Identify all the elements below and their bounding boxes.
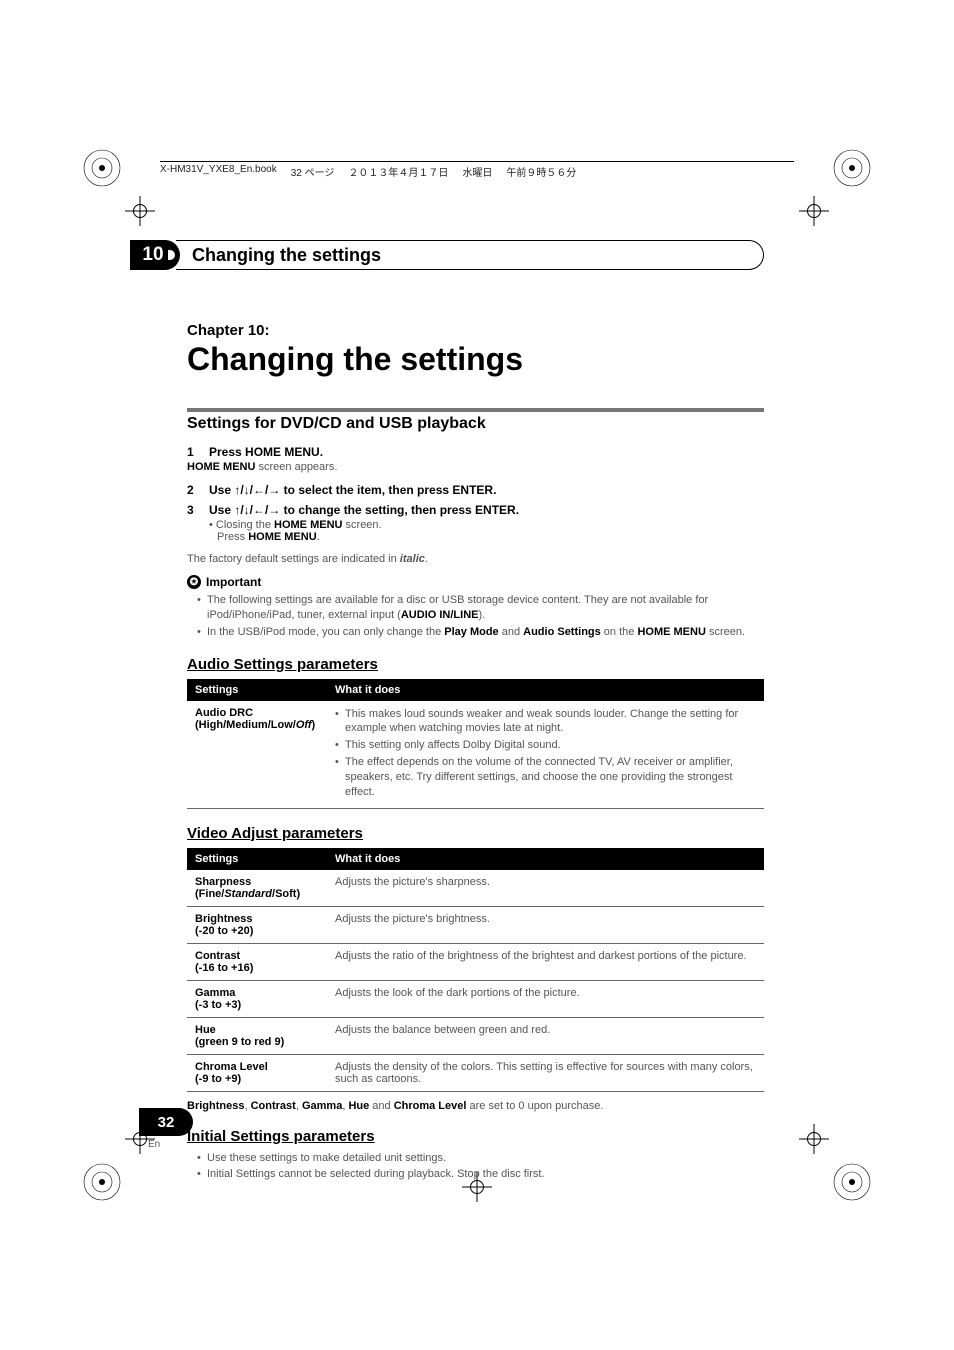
step-2: 2Use ↑/↓/←/→ to select the item, then pr… [187,483,764,497]
audio-settings-title: Audio Settings parameters [187,656,764,673]
table-row: Gamma(-3 to +3) Adjusts the look of the … [187,980,764,1017]
table-row: Sharpness (Fine/Standard/Soft) Adjusts t… [187,870,764,907]
initial-settings-title: Initial Settings parameters [187,1128,764,1145]
video-adjust-title: Video Adjust parameters [187,825,764,842]
crosshair-icon [799,1124,829,1154]
registration-mark-icon [82,1162,122,1202]
audio-settings-table: Settings What it does Audio DRC (High/Me… [187,679,764,809]
factory-default-note: The factory default settings are indicat… [187,553,764,565]
page-language: En [148,1139,160,1150]
table-header: Settings [187,679,327,701]
table-row: Brightness(-20 to +20) Adjusts the pictu… [187,906,764,943]
crosshair-icon [125,196,155,226]
header-weekday: 水曜日 [462,164,492,179]
header-pageinfo: 32 ページ [291,164,335,179]
important-bullet: The following settings are available for… [197,593,764,623]
registration-mark-icon [82,148,122,188]
header-time: 午前９時５６分 [506,164,576,179]
header-date: ２０１３年４月１７日 [348,164,448,179]
important-icon: ✪ [187,575,201,589]
important-header: ✪ Important [187,575,764,589]
table-row: Hue(green 9 to red 9) Adjusts the balanc… [187,1017,764,1054]
table-row: Chroma Level(-9 to +9) Adjusts the densi… [187,1054,764,1091]
initial-settings-bullet: Use these settings to make detailed unit… [197,1151,764,1166]
video-adjust-note: Brightness, Contrast, Gamma, Hue and Chr… [187,1100,764,1112]
chapter-bar: 10 Changing the settings [130,240,764,270]
important-bullet: In the USB/iPod mode, you can only chang… [197,625,764,640]
print-header: X-HM31V_YXE8_En.book 32 ページ ２０１３年４月１７日 水… [160,161,794,179]
step-1-subtext: HOME MENU screen appears. [187,461,764,473]
step-3-sub-bullet: Closing the HOME MENU screen. [209,519,764,531]
table-row: Audio DRC (High/Medium/Low/Off) This mak… [187,701,764,809]
table-row: Contrast(-16 to +16) Adjusts the ratio o… [187,943,764,980]
crosshair-icon [799,196,829,226]
page-title: Changing the settings [187,341,764,378]
video-adjust-table: Settings What it does Sharpness (Fine/St… [187,848,764,1092]
content-area: Chapter 10: Changing the settings Settin… [187,322,764,1184]
registration-mark-icon [832,1162,872,1202]
table-header: What it does [327,679,764,701]
chapter-bar-title: Changing the settings [192,245,381,266]
registration-mark-icon [832,148,872,188]
section-title: Settings for DVD/CD and USB playback [187,415,764,433]
page-number-badge: 32 [139,1108,193,1136]
table-header: Settings [187,848,327,870]
step-3-sub-line: Press HOME MENU. [217,531,764,543]
step-1: 1Press HOME MENU. [187,445,764,459]
step-3: 3Use ↑/↓/←/→ to change the setting, then… [187,503,764,517]
initial-settings-bullet: Initial Settings cannot be selected duri… [197,1167,764,1182]
chapter-label: Chapter 10: [187,322,764,339]
table-header: What it does [327,848,764,870]
header-filename: X-HM31V_YXE8_En.book [160,164,277,179]
